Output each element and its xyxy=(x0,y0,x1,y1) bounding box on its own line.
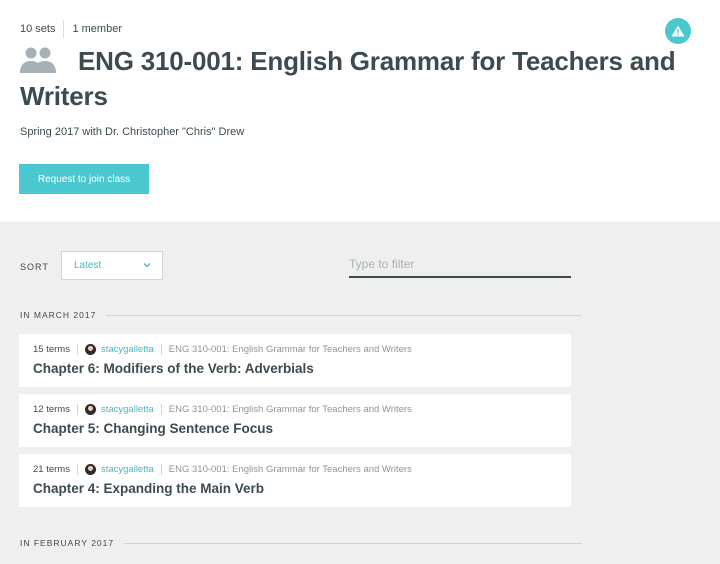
members-count[interactable]: 1 member xyxy=(72,23,122,35)
divider xyxy=(76,404,78,415)
divider xyxy=(106,314,582,316)
set-class-name: ENG 310-001: English Grammar for Teacher… xyxy=(168,404,412,415)
set-meta: 15 terms stacygalletta ENG 310-001: Engl… xyxy=(33,344,412,355)
term-count: 21 terms xyxy=(33,464,70,475)
class-meta: 10 sets 1 member xyxy=(20,20,122,38)
set-card[interactable]: 12 terms stacygalletta ENG 310-001: Engl… xyxy=(19,394,571,447)
group-heading-march: IN MARCH 2017 xyxy=(20,310,582,320)
chevron-down-icon xyxy=(143,263,151,268)
report-button[interactable] xyxy=(665,18,691,44)
term-count: 12 terms xyxy=(33,404,70,415)
set-title[interactable]: Chapter 5: Changing Sentence Focus xyxy=(33,421,273,436)
set-meta: 21 terms stacygalletta ENG 310-001: Engl… xyxy=(33,464,412,475)
request-join-button[interactable]: Request to join class xyxy=(19,164,149,194)
creator-link[interactable]: stacygalletta xyxy=(101,344,154,355)
divider xyxy=(160,404,162,415)
divider xyxy=(160,344,162,355)
avatar xyxy=(84,344,96,355)
meta-divider xyxy=(63,20,65,38)
filter-input[interactable] xyxy=(349,252,571,278)
set-class-name: ENG 310-001: English Grammar for Teacher… xyxy=(168,464,412,475)
sort-label: SORT xyxy=(20,262,49,272)
sort-value: Latest xyxy=(74,260,102,271)
term-count: 15 terms xyxy=(33,344,70,355)
warning-icon xyxy=(671,25,685,37)
divider xyxy=(76,344,78,355)
divider xyxy=(160,464,162,475)
set-card[interactable]: 15 terms stacygalletta ENG 310-001: Engl… xyxy=(19,334,571,387)
group-heading-label: IN MARCH 2017 xyxy=(20,310,97,320)
set-class-name: ENG 310-001: English Grammar for Teacher… xyxy=(168,344,412,355)
divider xyxy=(76,464,78,475)
divider xyxy=(124,542,583,544)
set-title[interactable]: Chapter 6: Modifiers of the Verb: Adverb… xyxy=(33,361,314,376)
sort-dropdown[interactable]: Latest xyxy=(61,251,163,280)
set-title[interactable]: Chapter 4: Expanding the Main Verb xyxy=(33,481,264,496)
group-heading-label: IN FEBRUARY 2017 xyxy=(20,538,115,548)
class-description: Spring 2017 with Dr. Christopher "Chris"… xyxy=(20,126,245,138)
class-header: 10 sets 1 member ENG 310-001: English Gr… xyxy=(0,0,720,222)
set-meta: 12 terms stacygalletta ENG 310-001: Engl… xyxy=(33,404,412,415)
avatar xyxy=(84,464,96,475)
set-card[interactable]: 21 terms stacygalletta ENG 310-001: Engl… xyxy=(19,454,571,507)
group-heading-february: IN FEBRUARY 2017 xyxy=(20,538,583,548)
creator-link[interactable]: stacygalletta xyxy=(101,464,154,475)
page-title: ENG 310-001: English Grammar for Teacher… xyxy=(20,46,676,111)
sets-count[interactable]: 10 sets xyxy=(20,23,55,35)
avatar xyxy=(84,404,96,415)
creator-link[interactable]: stacygalletta xyxy=(101,404,154,415)
